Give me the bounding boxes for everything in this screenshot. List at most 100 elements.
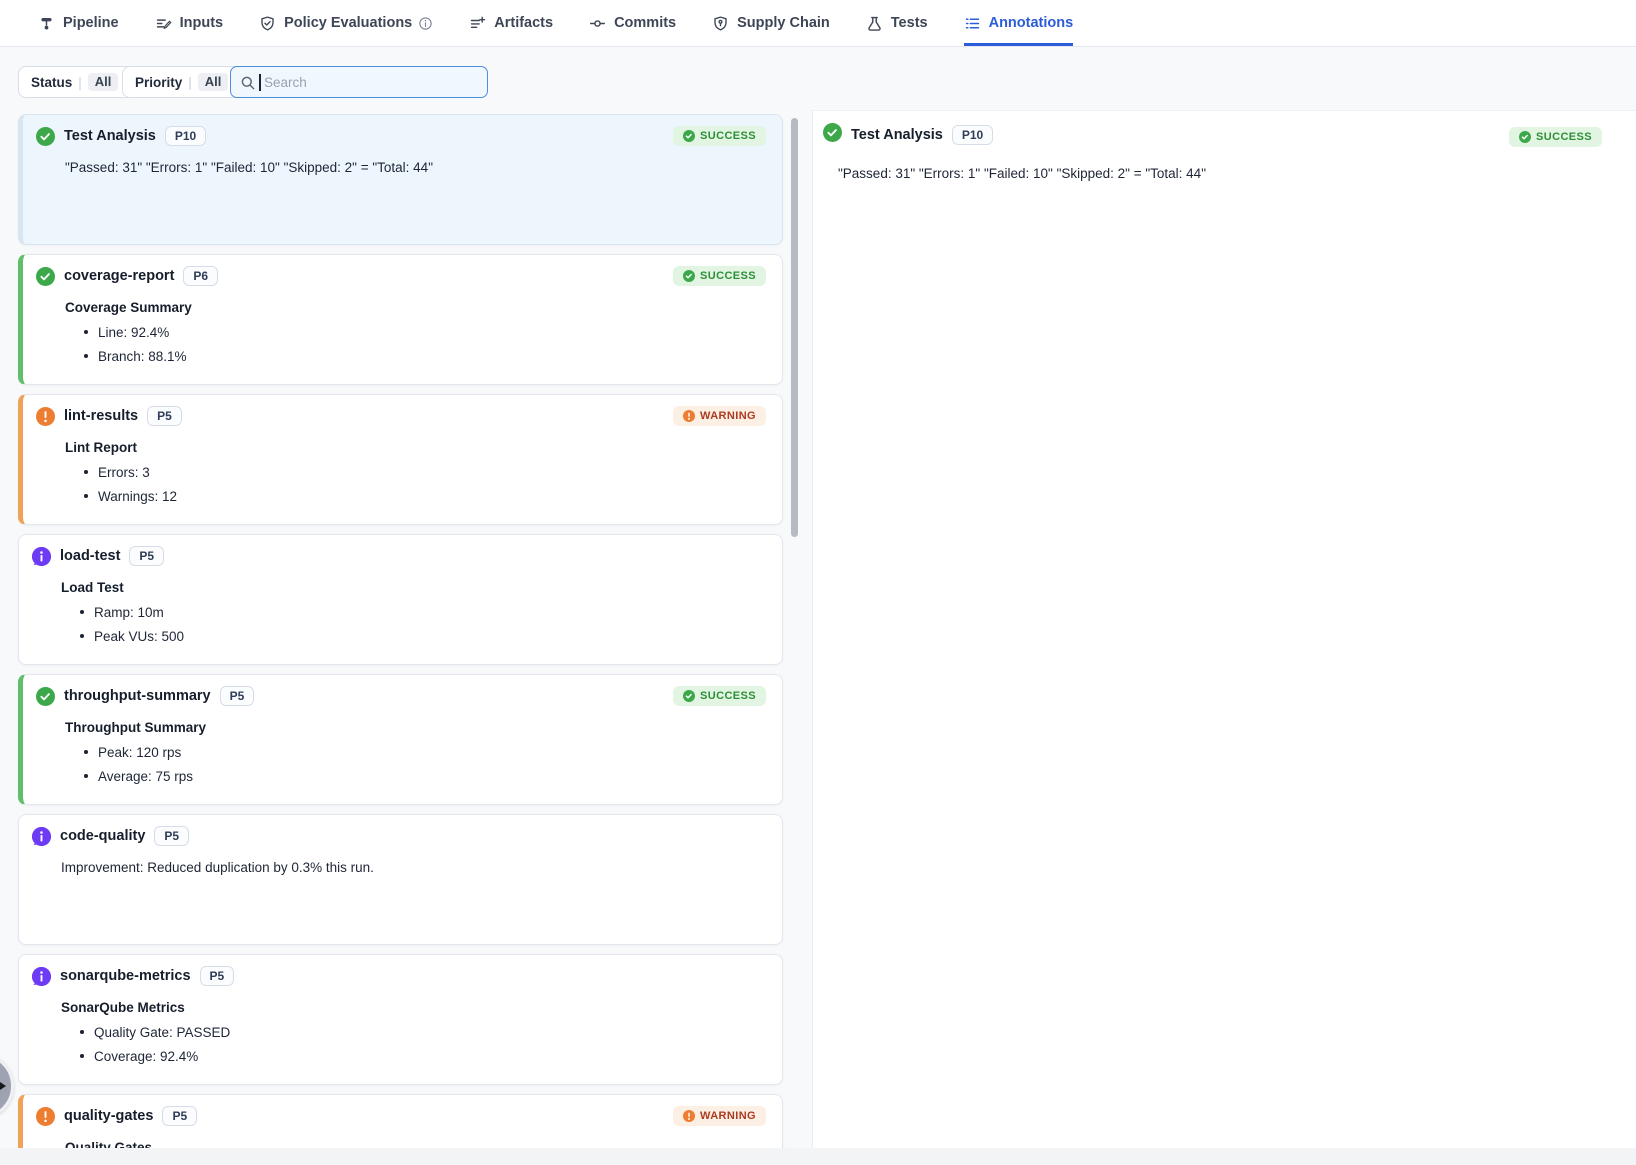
card-body: Quality Gates bbox=[65, 1140, 766, 1148]
card-header: quality-gates P5 WARNING bbox=[36, 1106, 766, 1126]
priority-badge: P5 bbox=[129, 546, 164, 566]
card-title: code-quality bbox=[60, 828, 145, 844]
annotation-card-test-analysis[interactable]: Test Analysis P10 SUCCESS "Passed: 31" "Err… bbox=[18, 114, 783, 245]
priority-badge: P5 bbox=[162, 1106, 197, 1126]
tab-supply-chain[interactable]: Supply Chain bbox=[712, 0, 830, 46]
card-body-heading: Throughput Summary bbox=[65, 720, 766, 735]
info-circle-icon bbox=[32, 967, 51, 986]
priority-badge: P5 bbox=[154, 826, 189, 846]
priority-filter-value: All bbox=[198, 73, 229, 91]
tab-label: Pipeline bbox=[63, 15, 119, 31]
tab-annotations[interactable]: Annotations bbox=[964, 0, 1074, 46]
status-badge-label: WARNING bbox=[700, 411, 756, 422]
card-header: Test Analysis P10 SUCCESS bbox=[36, 126, 766, 146]
tab-label: Commits bbox=[614, 15, 676, 31]
filter-divider: | bbox=[78, 75, 82, 90]
tab-artifacts[interactable]: Artifacts bbox=[469, 0, 553, 46]
status-badge-label: SUCCESS bbox=[700, 691, 756, 702]
annotation-card-coverage-report[interactable]: coverage-reportP6SUCCESSCoverage Summary… bbox=[18, 254, 783, 385]
filter-divider: | bbox=[188, 75, 192, 90]
check-circle-icon bbox=[823, 123, 842, 147]
check-circle-icon bbox=[683, 130, 695, 142]
filters-row: Status | All Priority | All bbox=[0, 64, 1636, 98]
card-body-heading: Quality Gates bbox=[65, 1140, 766, 1148]
tab-tests[interactable]: Tests bbox=[866, 0, 928, 46]
detail-panel: Test Analysis P10 SUCCESS "Passed: 31" "… bbox=[812, 110, 1636, 1148]
annotation-card-sonarqube-metrics[interactable]: sonarqube-metricsP5 SonarQube MetricsQual… bbox=[18, 954, 783, 1085]
card-body-heading: Load Test bbox=[61, 580, 766, 595]
card-bullet-item: Peak: 120 rps bbox=[84, 745, 766, 760]
card-body-heading: Coverage Summary bbox=[65, 300, 766, 315]
tab-inputs[interactable]: Inputs bbox=[155, 0, 224, 46]
warning-circle-icon bbox=[683, 410, 695, 422]
priority-badge: P10 bbox=[165, 126, 206, 146]
priority-badge: P5 bbox=[220, 686, 255, 706]
commits-icon bbox=[589, 15, 606, 32]
tab-commits[interactable]: Commits bbox=[589, 0, 676, 46]
tab-label: Artifacts bbox=[494, 15, 553, 31]
check-circle-icon bbox=[36, 267, 55, 286]
text-cursor bbox=[259, 74, 261, 91]
pipeline-icon bbox=[38, 15, 55, 32]
tab-policy-evaluations[interactable]: Policy Evaluations bbox=[259, 0, 433, 46]
status-badge: WARNING bbox=[673, 1106, 766, 1126]
card-bullet-item: Warnings: 12 bbox=[84, 489, 766, 504]
card-title: quality-gates bbox=[64, 1108, 153, 1124]
info-circle-icon bbox=[32, 547, 51, 566]
tab-label: Annotations bbox=[989, 15, 1074, 31]
card-bullet-item: Ramp: 10m bbox=[80, 605, 766, 620]
priority-badge: P6 bbox=[183, 266, 218, 286]
card-bullet-list: Peak: 120 rps Average: 75 rps bbox=[65, 745, 766, 784]
card-title: sonarqube-metrics bbox=[60, 968, 191, 984]
card-header: load-test P5 bbox=[32, 546, 766, 566]
info-icon[interactable] bbox=[418, 16, 433, 31]
card-body-heading: Lint Report bbox=[65, 440, 766, 455]
card-title: Test Analysis bbox=[64, 128, 156, 144]
list-scrollbar-thumb[interactable] bbox=[791, 118, 798, 537]
card-header: sonarqube-metricsP5 bbox=[32, 966, 766, 986]
tab-pipeline[interactable]: Pipeline bbox=[38, 0, 119, 46]
main-content: Pipeline Inputs Policy Evaluations Artifact… bbox=[0, 0, 1636, 1148]
status-badge-label: WARNING bbox=[700, 1111, 756, 1122]
tab-label: Tests bbox=[891, 15, 928, 31]
annotations-page: Pipeline Inputs Policy Evaluations Artifact… bbox=[0, 0, 1636, 1165]
annotation-card-quality-gates[interactable]: quality-gates P5 WARNING Quality Gates bbox=[18, 1094, 783, 1148]
info-circle-icon bbox=[32, 827, 51, 846]
warning-circle-icon bbox=[36, 407, 55, 426]
card-body: SonarQube MetricsQuality Gate: PASSEDCov… bbox=[61, 1000, 766, 1064]
tab-label: Inputs bbox=[180, 15, 224, 31]
annotation-card-code-quality[interactable]: code-qualityP5Improvement: Reduced dupli… bbox=[18, 814, 783, 945]
annotation-card-load-test[interactable]: load-testP5Load TestRamp: 10mPeak VUs: 5… bbox=[18, 534, 783, 665]
status-badge-label: SUCCESS bbox=[700, 271, 756, 282]
card-bullet-item: Coverage: 92.4% bbox=[80, 1049, 766, 1064]
nav-bar: Pipeline Inputs Policy Evaluations Artifact… bbox=[0, 0, 1636, 47]
card-bullet-item: Quality Gate: PASSED bbox=[80, 1025, 766, 1040]
card-body-text: "Passed: 31" "Errors: 1" "Failed: 10" "S… bbox=[65, 160, 766, 175]
card-body: "Passed: 31" "Errors: 1" "Failed: 10" "S… bbox=[65, 160, 766, 175]
card-title: load-test bbox=[60, 548, 120, 564]
detail-header: Test Analysis P10 bbox=[823, 123, 1602, 147]
tests-icon bbox=[866, 15, 883, 32]
card-body: Coverage Summary Line: 92.4% Branch: 88.1% bbox=[65, 300, 766, 364]
card-body: Lint Report Errors: 3Warnings: 12 bbox=[65, 440, 766, 504]
warning-circle-icon bbox=[36, 1107, 55, 1126]
status-badge-label: SUCCESS bbox=[700, 131, 756, 142]
annotation-card-throughput-summary[interactable]: throughput-summaryP5SUCCESSThroughput Su… bbox=[18, 674, 783, 805]
warning-circle-icon bbox=[683, 1110, 695, 1122]
card-bullet-list: Errors: 3Warnings: 12 bbox=[65, 465, 766, 504]
annotation-card-lint-results[interactable]: lint-resultsP5WARNINGLint ReportErrors: … bbox=[18, 394, 783, 525]
check-circle-icon bbox=[36, 687, 55, 706]
supply-chain-icon bbox=[712, 15, 729, 32]
tab-label: Policy Evaluations bbox=[284, 15, 412, 31]
search-input[interactable] bbox=[231, 67, 487, 97]
card-bullet-item: Average: 75 rps bbox=[84, 769, 766, 784]
card-bullet-item: Branch: 88.1% bbox=[84, 349, 766, 364]
card-header: code-quality P5 bbox=[32, 826, 766, 846]
inputs-icon bbox=[155, 15, 172, 32]
card-bullet-item: Line: 92.4% bbox=[84, 325, 766, 340]
annotations-list: Test Analysis P10 SUCCESS "Passed: 31" "Err… bbox=[18, 114, 783, 1148]
card-bullet-list: Line: 92.4% Branch: 88.1% bbox=[65, 325, 766, 364]
card-body: Throughput Summary Peak: 120 rps Average: … bbox=[65, 720, 766, 784]
status-badge: WARNING bbox=[673, 406, 766, 426]
status-badge: SUCCESS bbox=[673, 126, 766, 146]
